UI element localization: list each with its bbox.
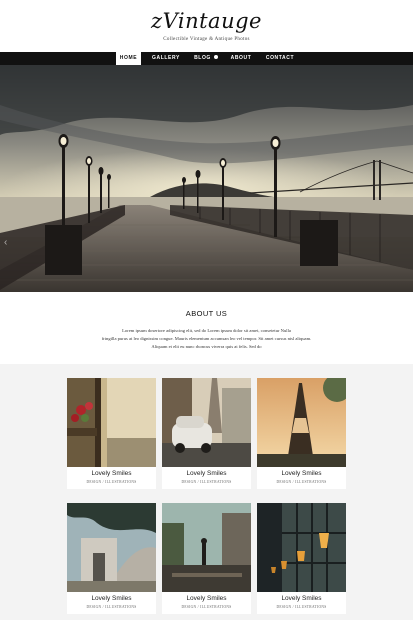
gallery-item[interactable]: Lovely Smiles DESIGN / ILLUSTRATIONS xyxy=(162,503,251,614)
gallery-section: Lovely Smiles DESIGN / ILLUSTRATIONS Lov… xyxy=(0,364,413,620)
gallery-item-category: DESIGN / ILLUSTRATIONS xyxy=(181,605,232,609)
gallery-item-title: Lovely Smiles xyxy=(186,595,227,602)
nav-item-label: ABOUT xyxy=(230,55,252,61)
gallery-item[interactable]: Lovely Smiles DESIGN / ILLUSTRATIONS xyxy=(257,378,346,489)
site-logo[interactable]: zVintauge xyxy=(0,9,413,33)
gallery-thumbnail xyxy=(257,378,346,467)
nav-item-contact[interactable]: CONTACT xyxy=(262,52,298,65)
nav-item-about[interactable]: ABOUT xyxy=(226,52,256,65)
hero-slider[interactable]: ‹ xyxy=(0,65,413,292)
gallery-item-title: Lovely Smiles xyxy=(91,470,132,477)
gallery-thumbnail xyxy=(162,503,251,592)
about-text: Lorem ipsum dosertore adipiscing elit, s… xyxy=(96,327,317,350)
about-text-line: Lorem ipsum dosertore adipiscing elit, s… xyxy=(122,328,291,333)
nav-item-label: BLOG xyxy=(194,55,211,61)
nav-item-label: HOME xyxy=(119,55,138,61)
gallery-item[interactable]: Lovely Smiles DESIGN / ILLUSTRATIONS xyxy=(162,378,251,489)
nav-item-home[interactable]: HOME xyxy=(116,52,141,65)
gallery-thumbnail xyxy=(67,378,156,467)
gallery-item-title: Lovely Smiles xyxy=(91,595,132,602)
gallery-item-category: DESIGN / ILLUSTRATIONS xyxy=(276,605,327,609)
gallery-item[interactable]: Lovely Smiles DESIGN / ILLUSTRATIONS xyxy=(67,503,156,614)
gallery-item-category: DESIGN / ILLUSTRATIONS xyxy=(86,480,137,484)
nav-item-label: CONTACT xyxy=(265,55,295,61)
nav-item-label: GALLERY xyxy=(152,55,180,61)
gallery-thumbnail xyxy=(162,378,251,467)
site-tagline: Collectible Vintage & Antique Photos xyxy=(163,37,250,42)
gallery-item[interactable]: Lovely Smiles DESIGN / ILLUSTRATIONS xyxy=(257,503,346,614)
gallery-item[interactable]: Lovely Smiles DESIGN / ILLUSTRATIONS xyxy=(67,378,156,489)
chevron-left-icon[interactable]: ‹ xyxy=(4,236,12,250)
gallery-item-title: Lovely Smiles xyxy=(281,470,322,477)
gallery-item-category: DESIGN / ILLUSTRATIONS xyxy=(181,480,232,484)
gallery-item-title: Lovely Smiles xyxy=(186,470,227,477)
hero-image-pier xyxy=(0,65,413,292)
nav-item-blog[interactable]: BLOG xyxy=(190,52,222,65)
about-section: ABOUT US Lorem ipsum dosertore adipiscin… xyxy=(0,292,413,364)
gallery-thumbnail xyxy=(67,503,156,592)
dropdown-indicator-icon xyxy=(213,54,218,59)
about-text-line: fringilla purus at leo dignissim congue.… xyxy=(101,335,312,341)
gallery-thumbnail xyxy=(257,503,346,592)
main-nav: HOME GALLERY BLOG ABOUT CONTACT xyxy=(0,52,413,65)
about-text-line: Aliquam et elit eu nunc rhoncus viverra … xyxy=(151,343,262,349)
gallery-item-category: DESIGN / ILLUSTRATIONS xyxy=(276,480,327,484)
gallery-item-title: Lovely Smiles xyxy=(281,595,322,602)
section-title: ABOUT US xyxy=(185,309,228,318)
nav-item-gallery[interactable]: GALLERY xyxy=(149,52,183,65)
site-header: zVintauge Collectible Vintage & Antique … xyxy=(0,0,413,52)
gallery-item-category: DESIGN / ILLUSTRATIONS xyxy=(86,605,137,609)
